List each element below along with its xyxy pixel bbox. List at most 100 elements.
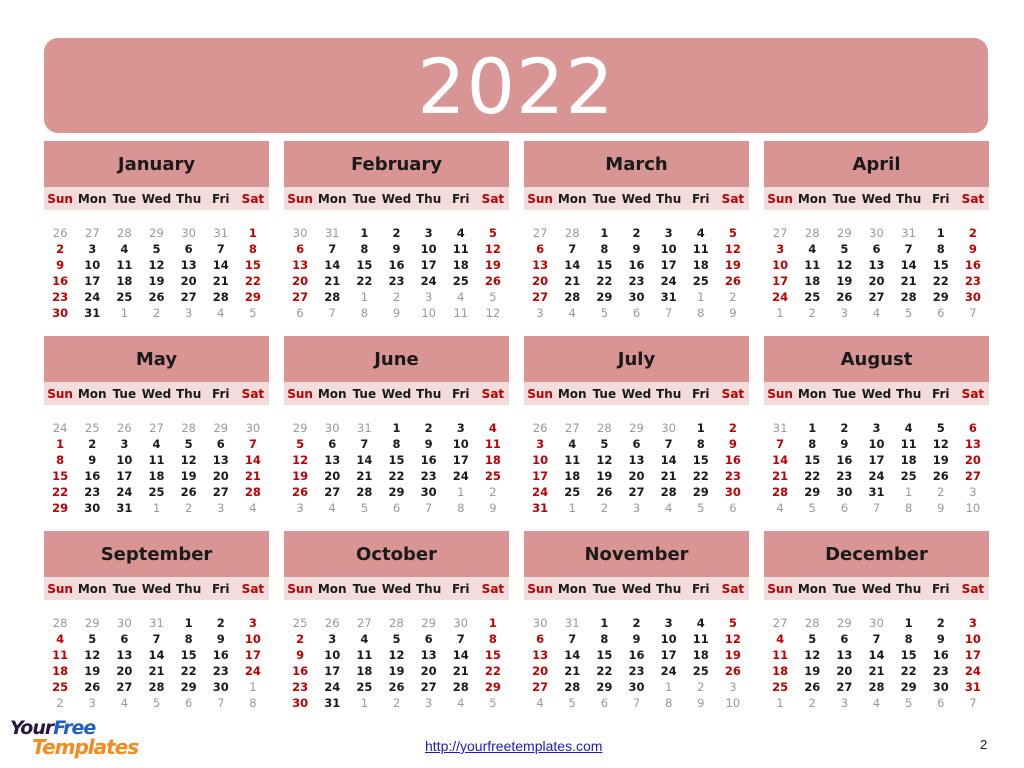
month-august: August Sun Mon Tue Wed Thu Fri Sat 31 1 2 3 4 5 6 7 8 9 10… [764, 336, 989, 522]
date-cell: 16 [292, 664, 309, 678]
date-cell: 26 [388, 680, 405, 694]
date-cell: 12 [932, 437, 949, 451]
date-cell: 15 [596, 648, 613, 662]
other-month-date: 28 [564, 226, 580, 240]
date-cell: 14 [244, 453, 261, 467]
weekday-header: Sun Mon Tue Wed Thu Fri Sat [44, 382, 269, 405]
date-cell: 26 [180, 485, 197, 499]
date-cell: 25 [116, 290, 133, 304]
weekday-label: Fri [692, 581, 710, 596]
date-cell: 27 [532, 290, 549, 304]
weekday-label: Mon [77, 581, 107, 596]
other-month-date: 27 [84, 226, 100, 240]
other-month-date: 2 [808, 306, 816, 320]
other-month-date: 30 [181, 226, 196, 240]
date-cell: 28 [900, 290, 917, 304]
date-cell: 8 [56, 453, 65, 467]
date-cell: 3 [776, 242, 785, 256]
date-cell: 4 [776, 632, 785, 646]
weekday-header: Sun Mon Tue Wed Thu Fri Sat [284, 187, 509, 210]
other-month-date: 10 [421, 306, 436, 320]
weekday-label: Fri [932, 191, 950, 206]
date-cell: 24 [244, 664, 261, 678]
other-month-date: 30 [324, 421, 340, 435]
date-cell: 30 [836, 485, 853, 499]
other-month-date: 1 [360, 696, 369, 710]
other-month-date: 31 [772, 421, 788, 435]
date-cell: 13 [212, 453, 229, 467]
date-cell: 29 [596, 680, 613, 694]
date-cell: 14 [772, 453, 789, 467]
date-cell: 29 [484, 680, 501, 694]
date-cell: 29 [180, 680, 197, 694]
date-cell: 28 [564, 680, 581, 694]
weekday-label: Thu [655, 386, 682, 401]
date-cell: 19 [180, 469, 197, 483]
date-cell: 9 [424, 437, 433, 451]
date-cell: 11 [452, 242, 469, 256]
weekday-label: Sun [47, 386, 73, 401]
date-cell: 5 [184, 437, 193, 451]
date-cell: 7 [568, 242, 577, 256]
date-cell: 6 [296, 242, 305, 256]
date-cell: 16 [212, 648, 229, 662]
date-cell: 9 [632, 242, 641, 256]
month-march: March Sun Mon Tue Wed Thu Fri Sat 27 28 1 2 3 4 5 6 7 8 9 1… [524, 141, 749, 327]
weekday-label: Sat [961, 191, 985, 206]
date-grid: 25 26 27 28 29 30 1 2 3 4 5 6 7 8 9 10 11 12 13 14 15 16 17 18 1… [284, 615, 509, 711]
other-month-date: 29 [84, 616, 100, 630]
date-cell: 24 [532, 485, 549, 499]
date-cell: 29 [804, 485, 821, 499]
date-cell: 5 [840, 242, 849, 256]
date-cell: 26 [292, 485, 309, 499]
date-cell: 12 [724, 242, 741, 256]
date-cell: 30 [932, 680, 949, 694]
date-cell: 27 [420, 680, 437, 694]
date-cell: 22 [804, 469, 821, 483]
date-cell: 27 [532, 680, 549, 694]
date-cell: 9 [216, 632, 225, 646]
date-cell: 8 [488, 632, 497, 646]
other-month-date: 29 [292, 421, 308, 435]
date-cell: 6 [328, 437, 337, 451]
other-month-date: 4 [249, 501, 257, 515]
other-month-date: 3 [729, 680, 737, 694]
other-month-date: 4 [776, 501, 784, 515]
date-cell: 26 [724, 274, 741, 288]
date-cell: 9 [88, 453, 97, 467]
other-month-date: 10 [725, 696, 741, 710]
date-cell: 28 [452, 680, 469, 694]
date-cell: 25 [148, 485, 165, 499]
date-cell: 24 [660, 274, 677, 288]
other-month-date: 4 [536, 696, 544, 710]
weekday-label: Sun [767, 386, 793, 401]
date-grid: 28 29 30 31 1 2 3 4 5 6 7 8 9 10 11 12 13 14 15 16 17 18 19 20 2… [44, 615, 269, 711]
date-cell: 6 [184, 242, 193, 256]
website-link[interactable]: http://yourfreetemplates.com [425, 738, 602, 754]
date-cell: 7 [776, 437, 785, 451]
date-cell: 30 [420, 485, 437, 499]
other-month-date: 7 [217, 696, 225, 710]
other-month-date: 28 [52, 616, 68, 630]
date-cell: 13 [628, 453, 645, 467]
weekday-label: Sat [241, 581, 265, 596]
other-month-date: 1 [697, 290, 705, 304]
date-cell: 19 [836, 274, 853, 288]
date-cell: 5 [728, 226, 737, 240]
date-cell: 29 [932, 290, 949, 304]
date-cell: 2 [216, 616, 225, 630]
other-month-date: 4 [120, 696, 129, 710]
date-cell: 12 [596, 453, 613, 467]
date-cell: 13 [836, 648, 853, 662]
other-month-date: 4 [568, 306, 576, 320]
date-cell: 21 [772, 469, 789, 483]
date-cell: 15 [804, 453, 821, 467]
other-month-date: 5 [600, 306, 609, 320]
other-month-date: 1 [568, 501, 576, 515]
date-cell: 9 [296, 648, 305, 662]
other-month-date: 3 [217, 501, 225, 515]
date-cell: 23 [724, 469, 741, 483]
date-cell: 19 [484, 258, 501, 272]
date-cell: 10 [84, 258, 101, 272]
date-cell: 1 [56, 437, 65, 451]
